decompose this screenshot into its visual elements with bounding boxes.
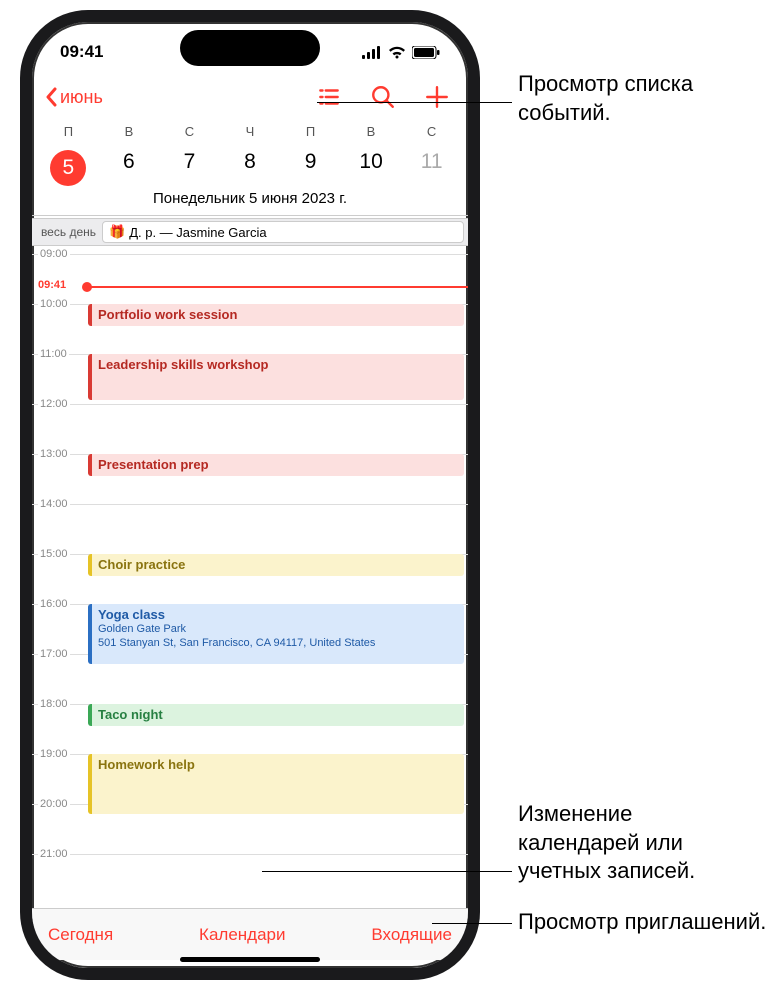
list-view-icon[interactable] xyxy=(316,84,342,110)
allday-row: весь день 🎁 Д. р. — Jasmine Garcia xyxy=(32,218,468,246)
callout-calendars: Изменение календарей или учетных записей… xyxy=(518,800,758,886)
notch xyxy=(180,30,320,66)
allday-label: весь день xyxy=(32,225,102,239)
event-leadership[interactable]: Leadership skills workshop xyxy=(88,354,464,400)
date-cell-selected[interactable]: 5 xyxy=(46,150,90,186)
date-cell[interactable]: 10 xyxy=(349,150,393,186)
weekday-label: В xyxy=(125,124,134,139)
weekday-label: В xyxy=(367,124,376,139)
callout-line xyxy=(432,923,512,924)
weekday-label: С xyxy=(427,124,436,139)
hour-label: 18:00 xyxy=(38,698,70,710)
battery-icon xyxy=(412,46,440,59)
event-location: Golden Gate Park xyxy=(98,622,458,636)
hour-label: 09:00 xyxy=(38,248,70,260)
hour-label: 20:00 xyxy=(38,798,70,810)
allday-event[interactable]: 🎁 Д. р. — Jasmine Garcia xyxy=(102,221,464,243)
wifi-icon xyxy=(388,46,406,59)
weekday-label: Ч xyxy=(246,124,255,139)
timeline[interactable]: 09:00 09:41 10:00 11:00 12:00 13:00 14:0… xyxy=(32,246,468,908)
weekday-label: П xyxy=(64,124,73,139)
cellular-icon xyxy=(362,46,382,59)
callout-line xyxy=(262,871,512,872)
weekday-row: П В С Ч П В С xyxy=(32,124,468,139)
add-icon[interactable] xyxy=(424,84,450,110)
date-cell[interactable]: 6 xyxy=(107,150,151,186)
search-icon[interactable] xyxy=(370,84,396,110)
hour-label: 17:00 xyxy=(38,648,70,660)
event-choir[interactable]: Choir practice xyxy=(88,554,464,576)
event-yoga[interactable]: Yoga class Golden Gate Park 501 Stanyan … xyxy=(88,604,464,664)
hour-label: 15:00 xyxy=(38,548,70,560)
hour-label: 14:00 xyxy=(38,498,70,510)
inbox-button[interactable]: Входящие xyxy=(371,925,452,945)
date-cell[interactable]: 7 xyxy=(167,150,211,186)
hour-label: 21:00 xyxy=(38,848,70,860)
weekday-label: С xyxy=(185,124,194,139)
event-address: 501 Stanyan St, San Francisco, CA 94117,… xyxy=(98,636,458,650)
phone-frame: 09:41 июнь П В С Ч П В С 5 6 7 8 9 10 xyxy=(20,10,480,980)
hour-label: 16:00 xyxy=(38,598,70,610)
callout-inbox: Просмотр приглашений. xyxy=(518,908,766,937)
hour-label: 11:00 xyxy=(38,348,69,360)
hour-label: 10:00 xyxy=(38,298,70,310)
calendars-button[interactable]: Календари xyxy=(199,925,285,945)
callout-list-view: Просмотр списка событий. xyxy=(518,70,774,127)
nav-bar: июнь xyxy=(32,84,468,110)
hour-label: 13:00 xyxy=(38,448,70,460)
home-indicator[interactable] xyxy=(180,957,320,962)
status-time: 09:41 xyxy=(60,42,103,62)
allday-event-title: Д. р. — Jasmine Garcia xyxy=(129,225,266,240)
gift-icon: 🎁 xyxy=(109,224,125,240)
chevron-left-icon xyxy=(44,87,58,107)
hour-label: 19:00 xyxy=(38,748,70,760)
back-label: июнь xyxy=(60,87,103,108)
bottom-toolbar: Сегодня Календари Входящие xyxy=(32,908,468,960)
date-cell[interactable]: 8 xyxy=(228,150,272,186)
weekday-label: П xyxy=(306,124,315,139)
event-taco[interactable]: Taco night xyxy=(88,704,464,726)
date-row: 5 6 7 8 9 10 11 xyxy=(32,150,468,186)
back-button[interactable]: июнь xyxy=(44,87,103,108)
event-presentation[interactable]: Presentation prep xyxy=(88,454,464,476)
callout-line xyxy=(317,102,512,103)
today-button[interactable]: Сегодня xyxy=(48,925,113,945)
event-portfolio[interactable]: Portfolio work session xyxy=(88,304,464,326)
hour-label: 12:00 xyxy=(38,398,70,410)
date-cell[interactable]: 11 xyxy=(410,150,454,186)
now-indicator-line xyxy=(88,286,468,288)
date-cell[interactable]: 9 xyxy=(289,150,333,186)
full-date-label: Понедельник 5 июня 2023 г. xyxy=(32,190,468,216)
event-homework[interactable]: Homework help xyxy=(88,754,464,814)
now-time-label: 09:41 xyxy=(38,279,66,291)
